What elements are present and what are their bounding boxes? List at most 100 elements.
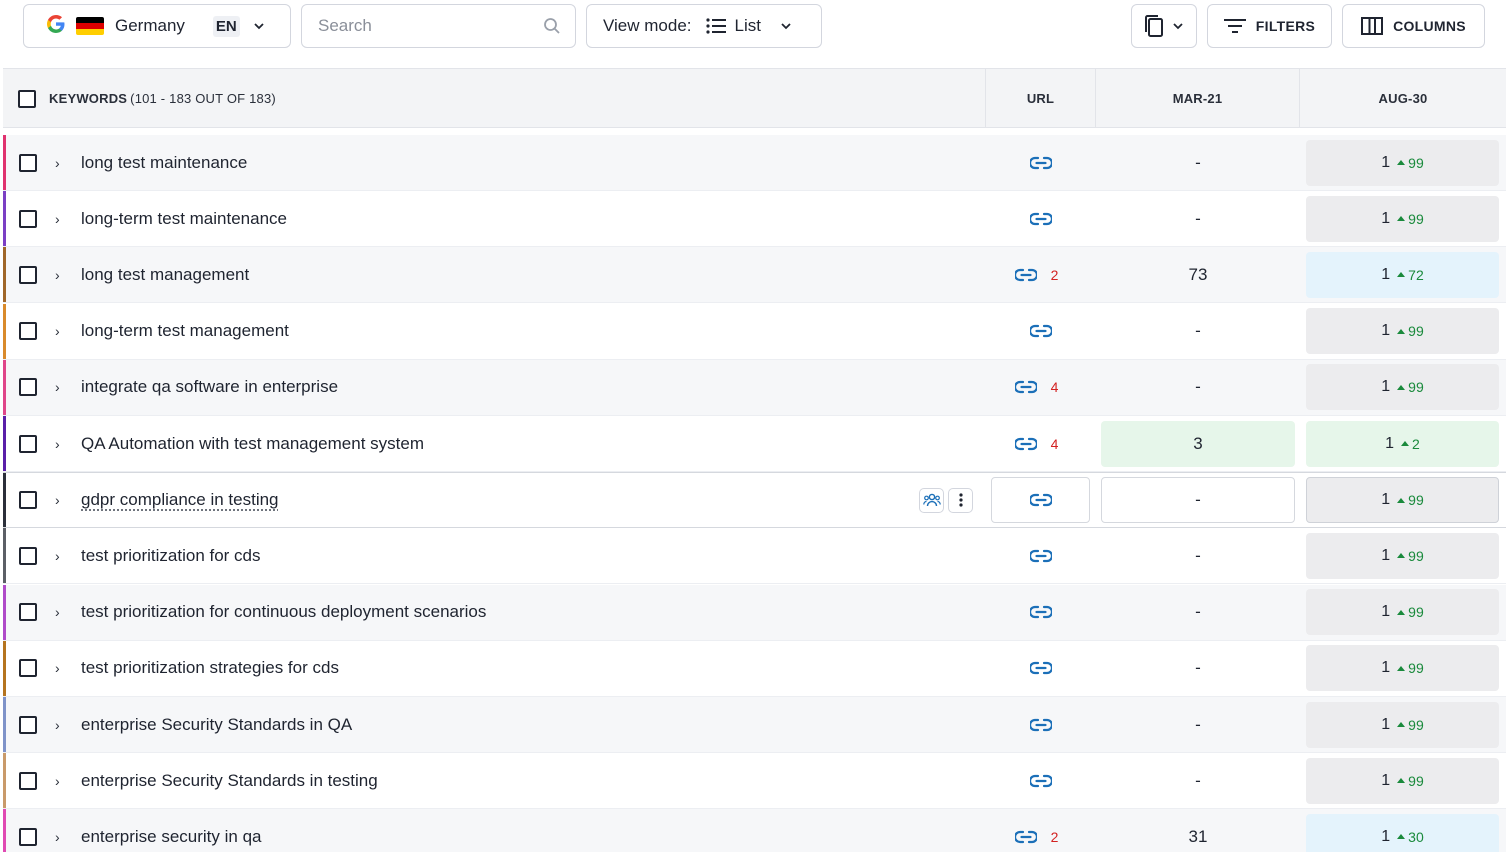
table-row[interactable]: › integrate qa software in enterprise 4 - 1 9… (3, 359, 1506, 416)
url-cell[interactable] (991, 196, 1090, 242)
row-checkbox[interactable] (19, 546, 37, 565)
link-icon[interactable] (1029, 718, 1052, 732)
link-icon[interactable] (1029, 493, 1052, 507)
table-row[interactable]: › test prioritization for cds - 1 99 (3, 528, 1506, 585)
link-icon[interactable] (1029, 324, 1052, 338)
url-cell[interactable] (991, 589, 1090, 635)
expand-chevron-icon[interactable]: › (55, 773, 60, 789)
row-checkbox[interactable] (19, 603, 37, 622)
link-icon[interactable] (1029, 605, 1052, 619)
keyword-text[interactable]: test prioritization strategies for cds (81, 658, 339, 678)
keyword-text[interactable]: long-term test management (81, 321, 289, 341)
url-cell[interactable] (991, 477, 1090, 524)
search-input[interactable] (318, 16, 538, 36)
row-checkbox[interactable] (19, 771, 37, 790)
expand-chevron-icon[interactable]: › (55, 660, 60, 676)
url-count: 4 (1050, 435, 1059, 452)
url-column-header[interactable]: URL (986, 69, 1096, 128)
table-row[interactable]: › enterprise Security Standards in testin… (3, 753, 1506, 810)
columns-button[interactable]: COLUMNS (1342, 4, 1485, 48)
expand-chevron-icon[interactable]: › (55, 717, 60, 733)
arrow-up-icon (1397, 328, 1406, 334)
expand-chevron-icon[interactable]: › (55, 604, 60, 620)
copy-button[interactable] (1131, 4, 1197, 48)
expand-chevron-icon[interactable]: › (55, 155, 60, 171)
expand-chevron-icon[interactable]: › (55, 267, 60, 283)
link-icon[interactable] (1029, 549, 1052, 563)
aug-30-position-cell: 1 72 (1306, 251, 1499, 298)
expand-chevron-icon[interactable]: › (55, 379, 60, 395)
keyword-text[interactable]: enterprise Security Standards in QA (81, 715, 352, 735)
table-row[interactable]: › long-term test management - 1 99 (3, 303, 1506, 360)
expand-chevron-icon[interactable]: › (55, 492, 60, 508)
link-icon[interactable] (1029, 212, 1052, 226)
table-row[interactable]: › long test management 2 73 1 72 (3, 247, 1506, 304)
url-cell[interactable] (991, 645, 1090, 691)
table-row[interactable]: › long-term test maintenance - 1 99 (3, 191, 1506, 248)
url-cell[interactable]: 4 (991, 421, 1090, 467)
expand-chevron-icon[interactable]: › (55, 323, 60, 339)
keyword-text[interactable]: enterprise security in qa (81, 827, 261, 847)
expand-chevron-icon[interactable]: › (55, 829, 60, 845)
aug-30-column-header[interactable]: AUG-30 (1300, 69, 1506, 128)
row-checkbox[interactable] (19, 378, 37, 397)
expand-chevron-icon[interactable]: › (55, 436, 60, 452)
select-all-checkbox[interactable] (18, 89, 36, 108)
row-checkbox[interactable] (19, 434, 37, 453)
table-row[interactable]: › enterprise security in qa 2 31 1 30 (3, 809, 1506, 852)
keyword-text[interactable]: long test maintenance (81, 153, 247, 173)
keyword-text[interactable]: test prioritization for continuous deplo… (81, 602, 486, 622)
keyword-text[interactable]: test prioritization for cds (81, 546, 261, 566)
keyword-text[interactable]: integrate qa software in enterprise (81, 377, 338, 397)
expand-chevron-icon[interactable]: › (55, 548, 60, 564)
more-options-icon[interactable] (948, 487, 973, 513)
link-icon[interactable] (1029, 156, 1052, 170)
table-row[interactable]: › test prioritization for continuous depl… (3, 584, 1506, 641)
url-cell[interactable] (991, 533, 1090, 579)
filters-button[interactable]: FILTERS (1207, 4, 1332, 48)
url-cell[interactable] (991, 702, 1090, 748)
search-icon[interactable] (543, 17, 561, 35)
url-cell[interactable] (991, 140, 1090, 186)
location-selector[interactable]: Germany EN (23, 4, 291, 48)
url-cell[interactable]: 2 (991, 814, 1090, 852)
aug-30-position-cell: 1 99 (1306, 532, 1499, 579)
row-checkbox[interactable] (19, 715, 37, 734)
link-icon[interactable] (1014, 437, 1037, 451)
arrow-up-icon (1397, 272, 1406, 278)
competitors-icon[interactable] (919, 487, 944, 513)
link-icon[interactable] (1029, 774, 1052, 788)
link-icon[interactable] (1029, 661, 1052, 675)
table-row[interactable]: › QA Automation with test management syst… (3, 416, 1506, 472)
row-checkbox[interactable] (19, 153, 37, 172)
row-checkbox[interactable] (19, 491, 37, 510)
mar-21-column-header[interactable]: MAR-21 (1096, 69, 1300, 128)
url-cell[interactable] (991, 758, 1090, 804)
google-g-icon (46, 14, 66, 39)
row-checkbox[interactable] (19, 827, 37, 846)
table-row[interactable]: › enterprise Security Standards in QA - 1 99 (3, 697, 1506, 753)
keyword-text[interactable]: long-term test maintenance (81, 209, 287, 229)
url-cell[interactable] (991, 308, 1090, 354)
view-mode-selector[interactable]: View mode: List (586, 4, 822, 48)
arrow-up-icon (1397, 160, 1406, 165)
row-checkbox[interactable] (19, 659, 37, 678)
table-row[interactable]: › long test maintenance - 1 99 (3, 135, 1506, 191)
expand-chevron-icon[interactable]: › (55, 211, 60, 227)
table-row[interactable]: › gdpr compliance in testing - 1 99 (3, 472, 1506, 529)
link-icon[interactable] (1014, 380, 1037, 394)
keyword-text[interactable]: gdpr compliance in testing (81, 490, 279, 510)
row-checkbox[interactable] (19, 322, 37, 341)
keyword-text[interactable]: long test management (81, 265, 249, 285)
url-cell[interactable]: 2 (991, 252, 1090, 298)
keyword-text[interactable]: QA Automation with test management syste… (81, 434, 424, 454)
url-cell[interactable]: 4 (991, 364, 1090, 410)
position-change-value: 99 (1408, 772, 1424, 789)
row-checkbox[interactable] (19, 209, 37, 228)
keywords-column-header[interactable]: KEYWORDS (101 - 183 OUT OF 183) (3, 69, 986, 128)
row-checkbox[interactable] (19, 265, 37, 284)
link-icon[interactable] (1014, 830, 1037, 844)
link-icon[interactable] (1014, 268, 1037, 282)
keyword-text[interactable]: enterprise Security Standards in testing (81, 771, 378, 791)
table-row[interactable]: › test prioritization strategies for cds -… (3, 640, 1506, 697)
